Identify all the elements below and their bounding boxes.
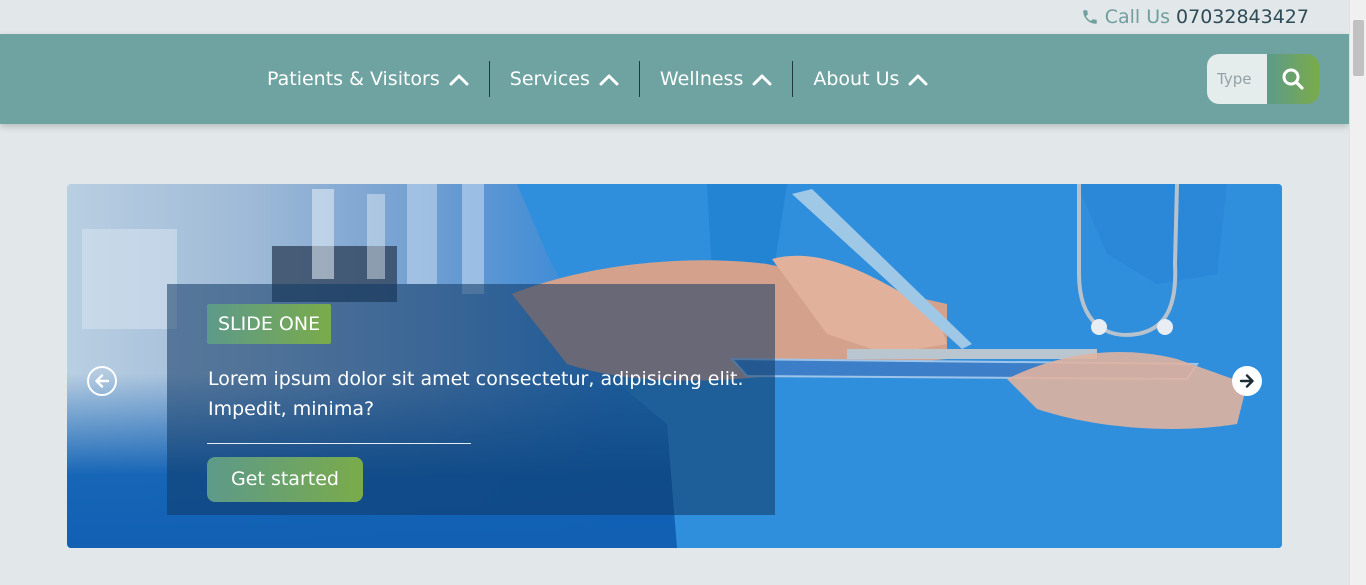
chevron-up-icon xyxy=(599,74,619,86)
phone-number[interactable]: 07032843427 xyxy=(1176,6,1309,28)
call-label: Call Us xyxy=(1104,6,1171,28)
slide-text: Lorem ipsum dolor sit amet consectetur, … xyxy=(208,368,744,420)
nav-item-label: Wellness xyxy=(659,68,744,90)
search-button[interactable] xyxy=(1267,54,1319,104)
page-scrollbar[interactable] xyxy=(1349,0,1366,585)
top-bar: Call Us 07032843427 xyxy=(0,0,1349,34)
chevron-up-icon xyxy=(752,74,772,86)
search-icon xyxy=(1282,68,1304,90)
hero-carousel: SLIDE ONE Lorem ipsum dolor sit amet con… xyxy=(67,184,1282,548)
main-navbar: Patients & Visitors Services Wellness Ab… xyxy=(0,34,1349,124)
nav-item-label: Patients & Visitors xyxy=(267,68,440,90)
arrow-left-icon xyxy=(95,374,110,388)
nav-menu: Patients & Visitors Services Wellness Ab… xyxy=(247,61,948,97)
nav-item-label: Services xyxy=(509,68,590,90)
nav-item-label: About Us xyxy=(813,68,900,90)
slide-badge: SLIDE ONE xyxy=(207,304,332,344)
chevron-up-icon xyxy=(449,74,469,86)
get-started-button[interactable]: Get started xyxy=(207,457,363,502)
nav-item-about-us[interactable]: About Us xyxy=(793,61,948,97)
call-us[interactable]: Call Us 07032843427 xyxy=(1081,6,1309,28)
divider xyxy=(207,443,471,444)
arrow-right-icon xyxy=(1239,374,1254,388)
scrollbar-thumb[interactable] xyxy=(1353,20,1364,76)
carousel-next-button[interactable] xyxy=(1232,366,1262,396)
nav-item-services[interactable]: Services xyxy=(490,61,640,97)
search-input[interactable] xyxy=(1207,54,1267,104)
search-box xyxy=(1207,54,1319,104)
nav-item-patients-visitors[interactable]: Patients & Visitors xyxy=(247,61,490,97)
slide-caption: SLIDE ONE Lorem ipsum dolor sit amet con… xyxy=(167,284,775,515)
phone-icon xyxy=(1082,10,1097,24)
carousel-prev-button[interactable] xyxy=(87,366,117,396)
chevron-up-icon xyxy=(908,74,928,86)
nav-item-wellness[interactable]: Wellness xyxy=(640,61,794,97)
